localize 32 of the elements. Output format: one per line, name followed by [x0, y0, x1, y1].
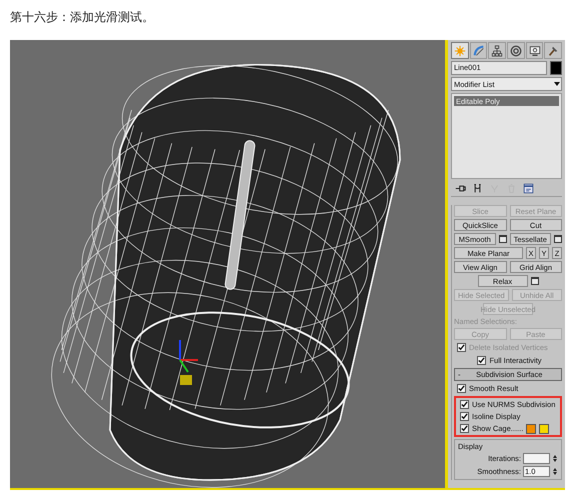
checkbox[interactable]	[460, 412, 469, 421]
number-field[interactable]	[523, 453, 550, 464]
pin-icon[interactable]	[455, 183, 466, 194]
monitor-icon	[528, 44, 541, 56]
panel-tab[interactable]	[470, 42, 488, 59]
sun-icon	[454, 44, 466, 56]
circle-icon	[510, 44, 522, 56]
checkbox[interactable]	[457, 384, 466, 393]
fork-icon[interactable]	[472, 183, 483, 194]
curve-icon	[472, 44, 484, 56]
checkbox[interactable]	[460, 400, 469, 409]
checkbox[interactable]	[460, 424, 469, 433]
transform-gizmo-icon	[179, 340, 198, 385]
settings-icon[interactable]	[498, 235, 506, 243]
settings-icon[interactable]	[530, 277, 538, 285]
dropdown-arrow-icon	[553, 81, 561, 87]
step-caption: 第十六步：添加光滑测试。	[9, 9, 155, 26]
panel-tab[interactable]	[544, 42, 562, 59]
hierarchy-icon	[491, 44, 504, 56]
configure-icon[interactable]	[523, 183, 534, 194]
spinner-arrows-icon[interactable]	[552, 467, 558, 476]
object-color-swatch[interactable]	[550, 61, 562, 75]
panel-tab[interactable]	[507, 42, 525, 59]
color-swatch[interactable]	[539, 424, 550, 434]
settings-icon[interactable]	[554, 235, 562, 243]
panel-tab[interactable]	[526, 42, 544, 59]
viewport[interactable]	[10, 40, 445, 488]
spinner-arrows-icon[interactable]	[552, 454, 558, 463]
checkbox[interactable]	[477, 356, 486, 365]
hammer-icon	[547, 44, 560, 56]
panel-tab[interactable]	[488, 42, 506, 59]
color-swatch[interactable]	[526, 424, 536, 434]
